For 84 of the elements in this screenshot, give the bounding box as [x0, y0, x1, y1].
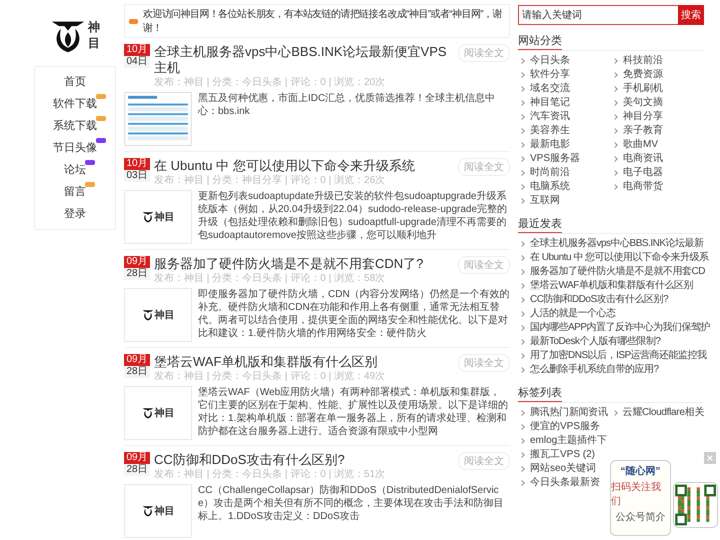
post-excerpt: CC（ChallengeCollapsar）防御和DDoS（DistributedDenialofService）攻击是两个相关但有所不同的概念，主要体现在攻击手法和防御目标上。1.DDoS攻击定义：DDoS攻击 — [198, 484, 505, 524]
recent-post-link[interactable]: 全球主机服务器vps中心BBS.INK论坛最新 — [530, 237, 704, 251]
nav-link[interactable]: 首页 — [64, 76, 86, 88]
date-month: 09月 — [124, 452, 150, 464]
recent-post-link[interactable]: 国内哪些APP内置了反诈中心为我们保驾护 — [530, 321, 710, 335]
category-link[interactable]: 歌曲MV — [623, 138, 658, 152]
post-excerpt: 堡塔云WAF（Web应用防火墙）有两种部署模式：单机版和集群版，它们主要的区别在于架构、性能、扩展性以及使用场景。以下是详细的对比：1.架构单机版：部署在单一服务器上，所有的请求处理、检测和防护都在这台服务器上进行。适合资源有限或中小型网 — [198, 386, 509, 439]
category-link[interactable]: 最新电影 — [530, 138, 570, 152]
post-meta: 发布：神目 | 分类：今日头条 | 评论：0 | 浏览：20次 — [154, 76, 386, 89]
tag-link[interactable]: 云耀Cloudflare相关 — [622, 406, 704, 420]
recent-post-link[interactable]: 在 Ubuntu 中 您可以使用以下命令来升级系 — [530, 251, 709, 265]
recent-post-link[interactable]: 人活的就是一个心态 — [530, 307, 616, 321]
date-month: 09月 — [124, 256, 150, 268]
post-title[interactable]: 在 Ubuntu 中 您可以使用以下命令来升级系统 — [154, 158, 454, 174]
notice-text: 欢迎访问神目网！各位站长朋友，有本站友链的请把链接名改成“神目”或者“神目网”，谢谢！ — [143, 8, 504, 35]
category-link[interactable]: 电子电器 — [623, 166, 663, 180]
search-field[interactable]: 请输入关键词 — [518, 5, 678, 25]
recent-post-link[interactable]: 服务器加了硬件防火墙是不是就不用套CD — [530, 265, 705, 279]
tag-link[interactable]: 搬瓦工VPS (2) — [530, 448, 596, 462]
recent-post-link[interactable]: 堡塔云WAF单机版和集群版有什么区别 — [530, 279, 693, 293]
logo-text: 神目 — [154, 210, 174, 224]
category-link[interactable]: 时尚前沿 — [530, 166, 570, 180]
category-link[interactable]: VPS服务器 — [530, 152, 580, 166]
logo-text: 神目 — [154, 504, 174, 518]
tag-link[interactable]: 便宜的VPS服务 — [530, 420, 600, 434]
date-month: 10月 — [124, 158, 150, 170]
post-meta: 发布：神目 | 分类：今日头条 | 评论：0 | 浏览：49次 — [154, 370, 386, 383]
date-day: 28日 — [124, 366, 150, 378]
date-day: 03日 — [124, 170, 150, 182]
category-link[interactable]: 科技前沿 — [623, 54, 663, 68]
nav-link[interactable]: 留言 — [64, 186, 86, 198]
category-link[interactable]: 电商资讯 — [623, 152, 663, 166]
category-link[interactable]: 美句文摘 — [623, 96, 663, 110]
category-link[interactable]: 软件分享 — [530, 68, 570, 82]
category-link[interactable]: 电商带货 — [623, 180, 663, 194]
category-link[interactable]: 域名交流 — [530, 82, 570, 96]
category-link[interactable]: 今日头条 — [530, 54, 570, 68]
date-day: 28日 — [124, 464, 150, 476]
popup-intro-title: 公众号简介 — [615, 511, 666, 524]
category-link[interactable]: 神目笔记 — [530, 96, 570, 110]
section-title: 最近发表 — [518, 216, 562, 233]
post-title[interactable]: 全球主机服务器vps中心BBS.INK论坛最新便宜VPS主机 — [154, 44, 454, 76]
date-month: 10月 — [124, 44, 150, 56]
category-link[interactable]: 电脑系统 — [530, 180, 570, 194]
nav-link[interactable]: 登录 — [64, 208, 86, 220]
section-title: 标签列表 — [518, 385, 562, 402]
category-link[interactable]: 互联网 — [530, 194, 560, 208]
category-link[interactable]: 美容养生 — [530, 124, 570, 138]
nav-link[interactable]: 系统下载 — [53, 120, 97, 132]
logo-text: 神目 — [154, 308, 174, 322]
post-meta: 发布：神目 | 分类：今日头条 | 评论：0 | 浏览：51次 — [154, 468, 386, 481]
post-meta: 发布：神目 | 分类：神目分享 | 评论：0 | 浏览：26次 — [154, 174, 386, 187]
section-title: 网站分类 — [518, 33, 562, 50]
recent-post-link[interactable]: 用了加密DNS以后，ISP运营商还能监控我 — [530, 349, 707, 363]
post-meta: 发布：神目 | 分类：今日头条 | 评论：0 | 浏览：58次 — [154, 272, 386, 285]
post-excerpt: 即使服务器加了硬件防火墙，CDN（内容分发网络）仍然是一个有效的补充。硬件防火墙和CDN在功能和作用上各有侧重，通常无法相互替代。两者可以结合使用，提供更全面的网络安全和性能优化。以下是对比和建议：1.硬件防火墙的作用网络安全：硬件防火 — [198, 288, 510, 341]
category-link[interactable]: 亲子教育 — [623, 124, 663, 138]
tag-link[interactable]: 腾讯热门新闻资讯 — [530, 406, 608, 420]
date-day: 28日 — [124, 268, 150, 280]
logo-text: 神目 — [88, 20, 100, 52]
category-link[interactable]: 汽车资讯 — [530, 110, 570, 124]
popup-name: “随心网” — [620, 464, 660, 478]
tag-link[interactable]: emlog主题插件下 — [530, 434, 608, 448]
post-excerpt: 黑五及何种优惠，市面上IDC汇总，优质筛选推荐！全球主机信息中心：bbs.ink — [198, 92, 496, 119]
nav-link[interactable]: 软件下载 — [53, 98, 97, 110]
logo-text: 神目 — [154, 406, 174, 420]
recent-post-link[interactable]: 怎么删除手机系统自带的应用? — [530, 363, 659, 377]
category-link[interactable]: 神目分享 — [623, 110, 663, 124]
date-day: 04日 — [124, 56, 150, 68]
post-excerpt: 更新包列表sudoaptupdate升级已安装的软件包sudoaptupgrade升级系统版本（例如，从20.04升级到22.04）sudodo-release-upgrade完整的升级（包括处理依赖和删除旧包）sudoaptfull-upgrade清理不再需要的包sudoaptautoremove按照这些步骤，您可以顺利地升 — [198, 190, 508, 243]
tag-link[interactable]: 今日头条最新资 — [530, 476, 600, 490]
post-title[interactable]: CC防御和DDoS攻击有什么区别? — [154, 452, 454, 468]
post-title[interactable]: 服务器加了硬件防火墙是不是就不用套CDN了? — [154, 256, 454, 272]
popup-slogan: 扫码关注我们 — [611, 480, 662, 508]
recent-post-link[interactable]: CC防御和DDoS攻击有什么区别? — [530, 293, 668, 307]
recent-post-link[interactable]: 最新ToDesk个人版有哪些限制? — [530, 335, 660, 349]
date-month: 09月 — [124, 354, 150, 366]
search-button[interactable]: 搜索 — [678, 5, 704, 25]
nav-link[interactable]: 论坛 — [64, 164, 86, 176]
category-link[interactable]: 手机刷机 — [623, 82, 663, 96]
category-link[interactable]: 免费资源 — [623, 68, 663, 82]
post-title[interactable]: 堡塔云WAF单机版和集群版有什么区别 — [154, 354, 454, 370]
tag-link[interactable]: 网站seo关键词 — [530, 462, 596, 476]
nav-link[interactable]: 节日头像 — [53, 142, 97, 154]
